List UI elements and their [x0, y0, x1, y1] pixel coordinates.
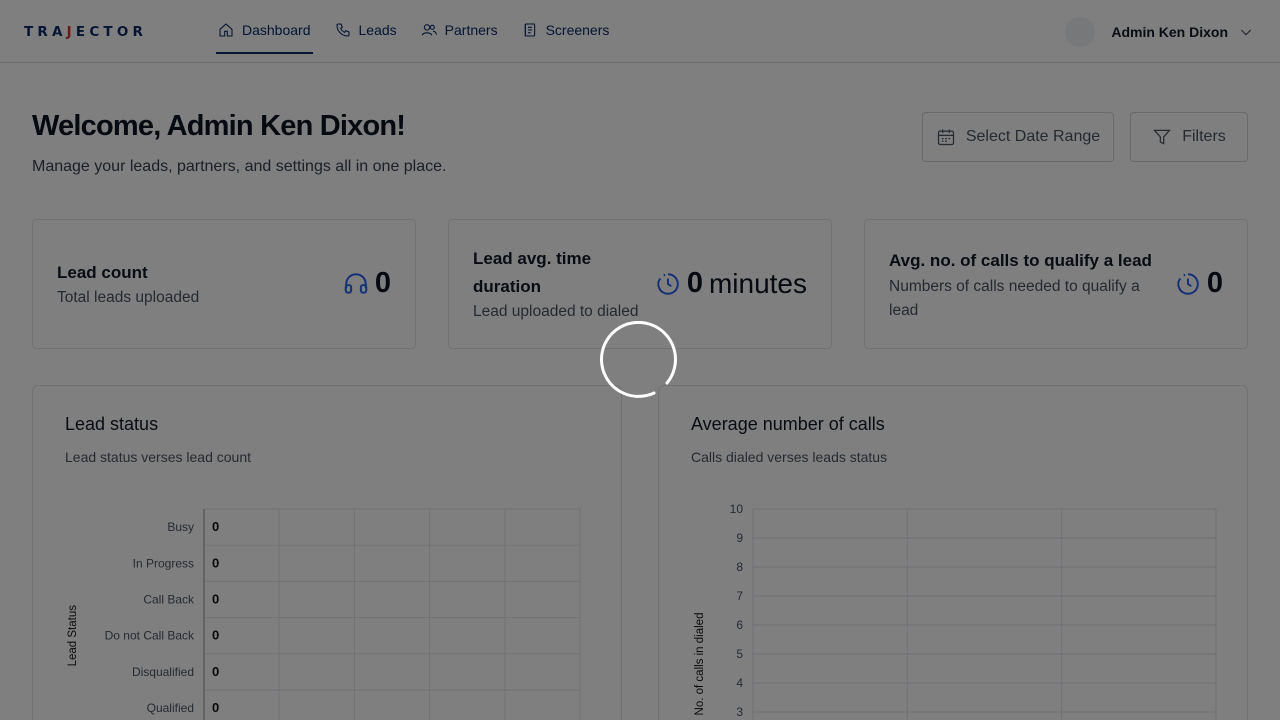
- loading-spinner: [600, 321, 677, 398]
